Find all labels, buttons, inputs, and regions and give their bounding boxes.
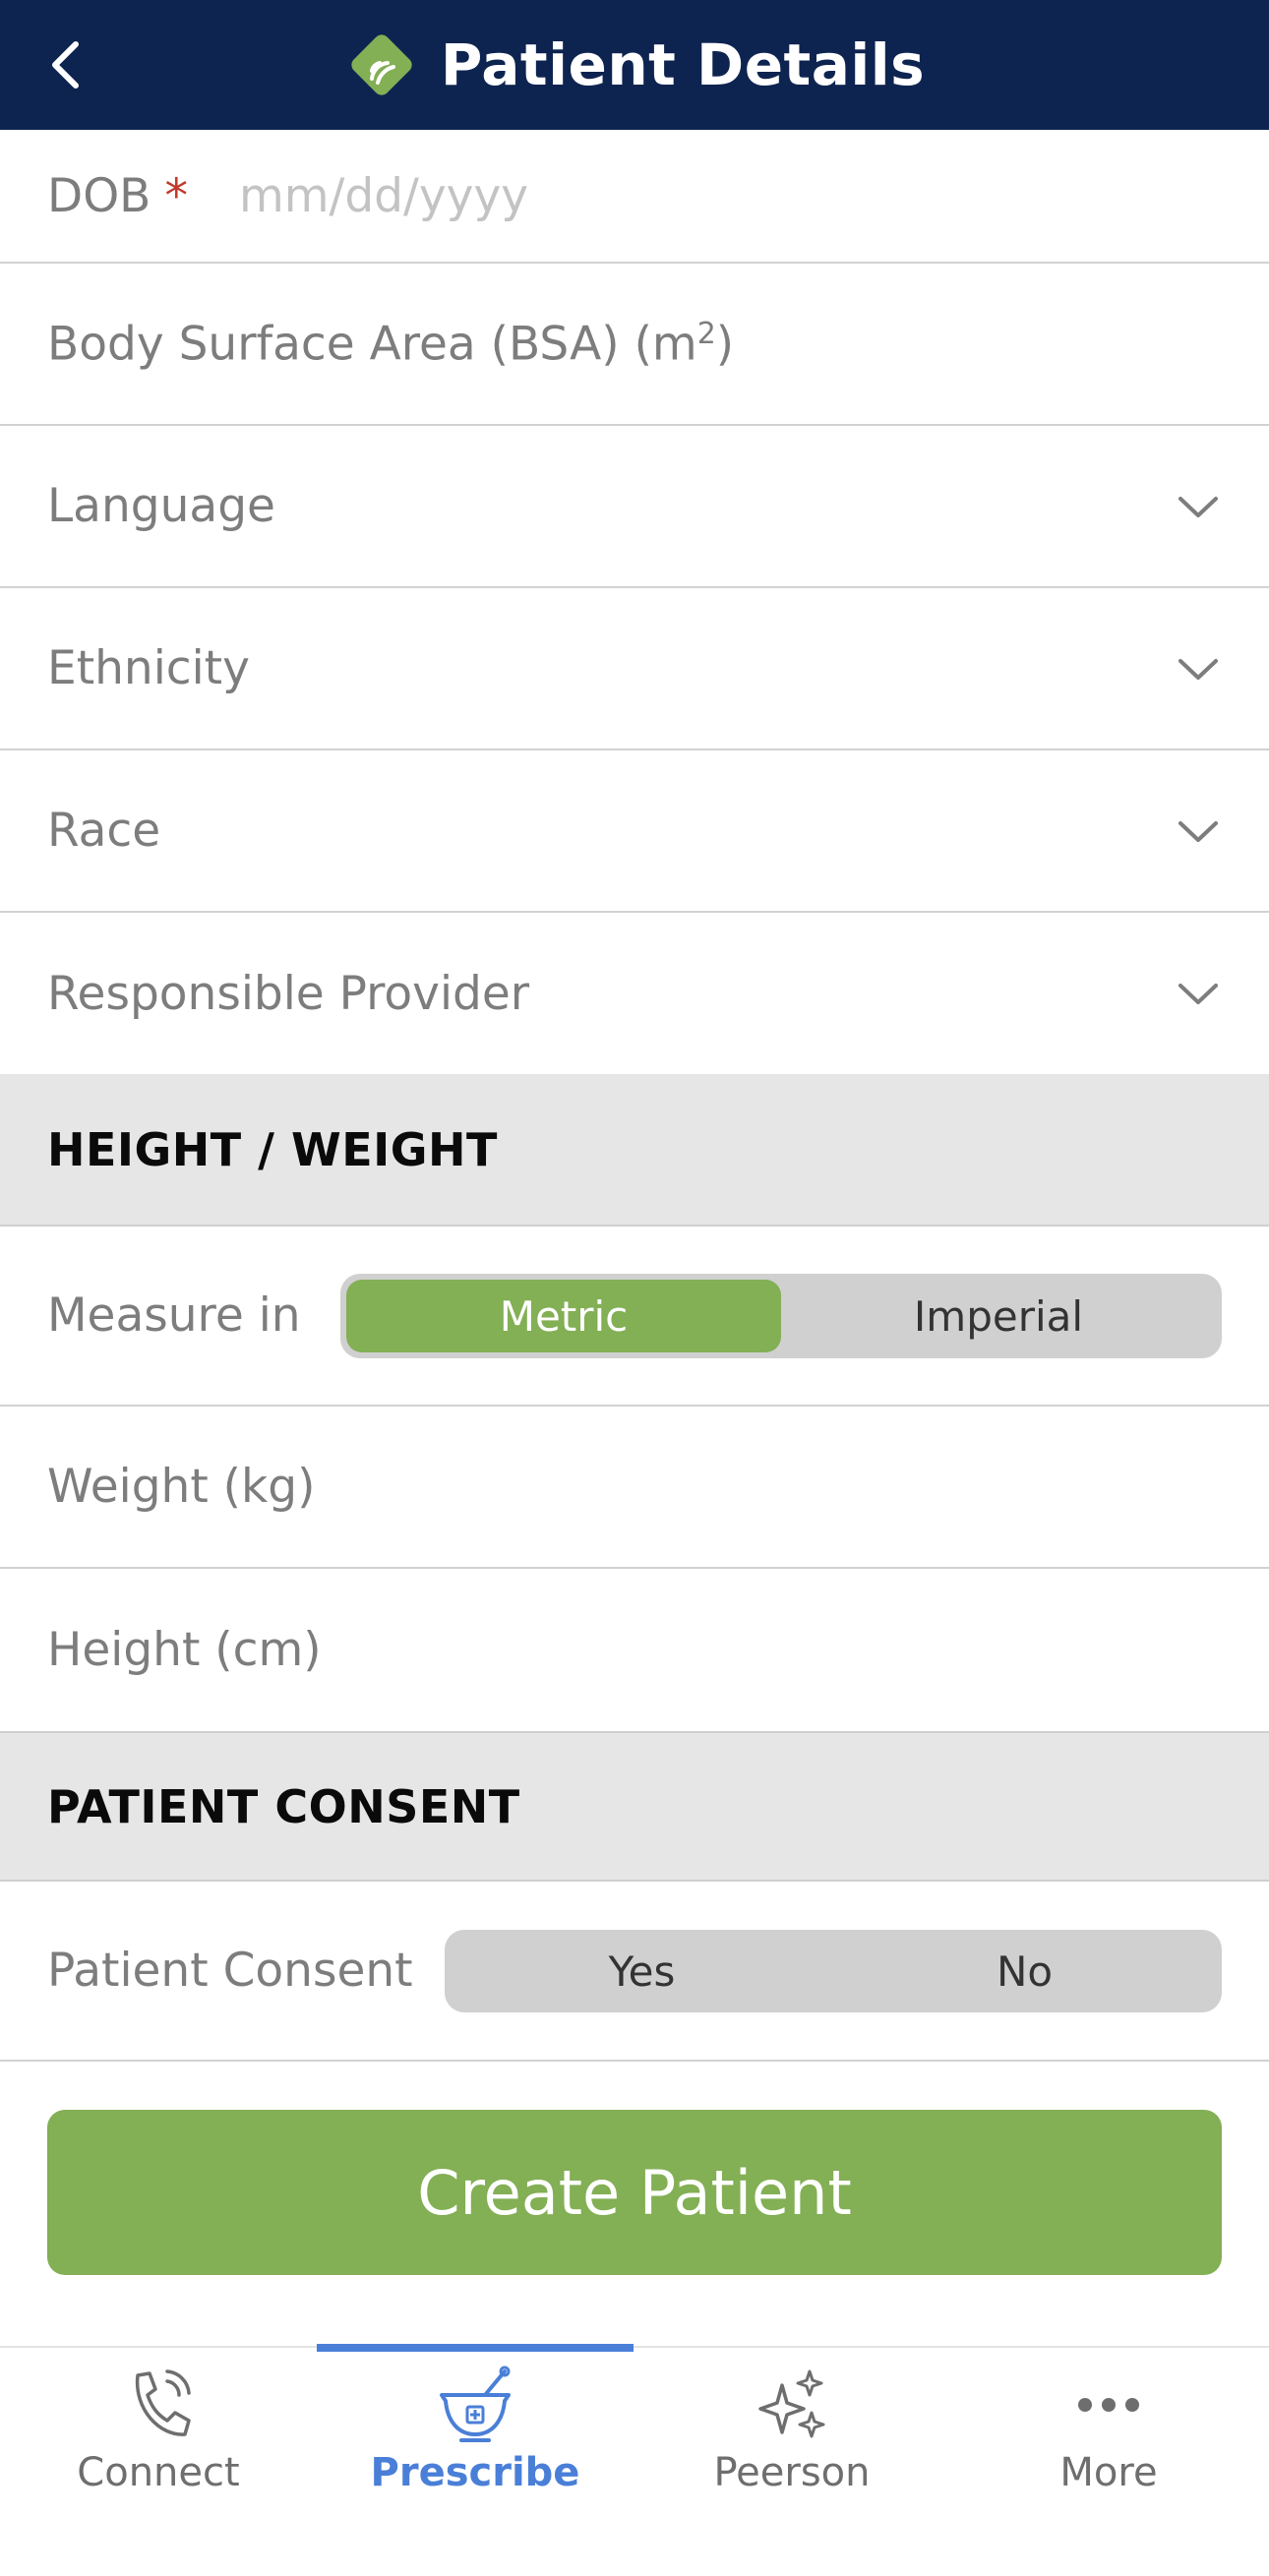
language-select[interactable]: Language xyxy=(0,426,1269,588)
tab-more[interactable]: More xyxy=(950,2348,1267,2515)
bottom-tab-bar: Connect Prescribe Peerson More xyxy=(0,2344,1269,2576)
more-dots-icon xyxy=(1069,2366,1148,2444)
bsa-superscript: 2 xyxy=(696,316,716,351)
mortar-pestle-icon xyxy=(436,2366,514,2444)
language-label: Language xyxy=(47,479,275,533)
tab-connect[interactable]: Connect xyxy=(0,2348,317,2515)
unit-toggle[interactable]: Metric Imperial xyxy=(340,1274,1222,1358)
sparkles-icon xyxy=(753,2366,831,2444)
tab-label: Prescribe xyxy=(370,2450,580,2495)
required-asterisk: * xyxy=(164,168,188,223)
responsible-provider-select[interactable]: Responsible Provider xyxy=(0,913,1269,1074)
phone-icon xyxy=(119,2366,198,2444)
chevron-down-icon xyxy=(1178,820,1218,842)
measure-in-label: Measure in xyxy=(47,1288,301,1343)
weight-label: Weight (kg) xyxy=(47,1460,316,1514)
dob-label: DOB xyxy=(47,168,151,223)
chevron-down-icon xyxy=(1178,496,1218,517)
height-label: Height (cm) xyxy=(47,1623,322,1677)
bsa-label: Body Surface Area (BSA) (m xyxy=(47,317,697,372)
height-weight-section-header: HEIGHT / WEIGHT xyxy=(0,1074,1269,1227)
patient-consent-label: Patient Consent xyxy=(47,1944,413,1998)
consent-yes-option[interactable]: Yes xyxy=(451,1936,833,2007)
height-field[interactable]: Height (cm) xyxy=(0,1569,1269,1731)
bsa-label-close: ) xyxy=(715,317,735,372)
dob-input[interactable] xyxy=(238,168,928,223)
create-patient-button[interactable]: Create Patient xyxy=(47,2110,1222,2275)
tab-prescribe[interactable]: Prescribe xyxy=(317,2348,634,2515)
section-title: HEIGHT / WEIGHT xyxy=(47,1122,498,1176)
weight-field[interactable]: Weight (kg) xyxy=(0,1407,1269,1569)
tab-label: Connect xyxy=(77,2450,240,2495)
top-navigation-bar: Patient Details xyxy=(0,0,1269,130)
consent-toggle[interactable]: Yes No xyxy=(445,1930,1222,2012)
patient-consent-section-header: PATIENT CONSENT xyxy=(0,1731,1269,1882)
tab-label: More xyxy=(1059,2450,1158,2495)
ethnicity-select[interactable]: Ethnicity xyxy=(0,588,1269,750)
tab-peerson[interactable]: Peerson xyxy=(634,2348,950,2515)
section-title: PATIENT CONSENT xyxy=(47,1779,520,1833)
imperial-option[interactable]: Imperial xyxy=(781,1280,1216,1352)
consent-no-option[interactable]: No xyxy=(833,1936,1216,2007)
chevron-down-icon xyxy=(1178,984,1218,1004)
dob-field[interactable]: DOB * xyxy=(0,130,1269,264)
ethnicity-label: Ethnicity xyxy=(47,641,250,695)
race-select[interactable]: Race xyxy=(0,750,1269,913)
metric-option[interactable]: Metric xyxy=(346,1280,781,1352)
responsible-provider-label: Responsible Provider xyxy=(47,966,530,1021)
chevron-down-icon xyxy=(1178,658,1218,680)
race-label: Race xyxy=(47,804,161,858)
app-logo-icon xyxy=(344,28,419,102)
tab-label: Peerson xyxy=(713,2450,871,2495)
bsa-field[interactable]: Body Surface Area (BSA) (m2) xyxy=(0,264,1269,426)
page-title: Patient Details xyxy=(440,31,926,98)
